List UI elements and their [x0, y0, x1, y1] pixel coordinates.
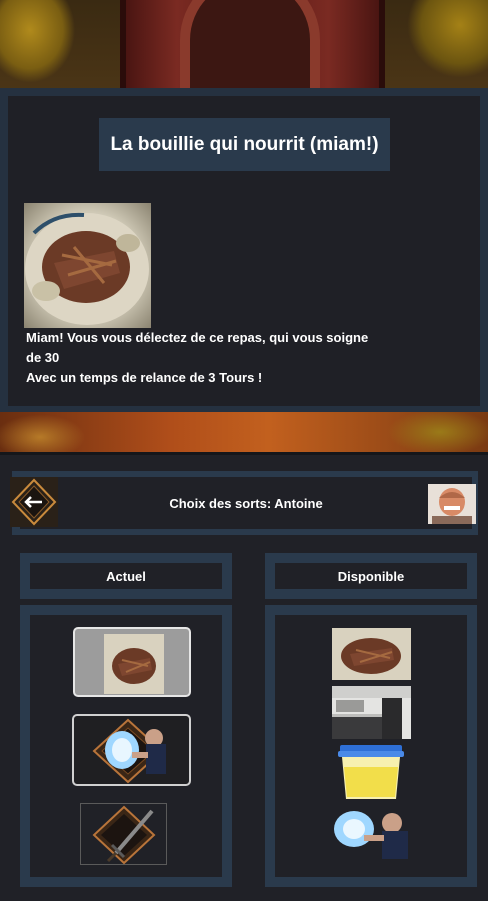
chooser-header: Choix des sorts: Antoine: [12, 471, 478, 535]
meal-spell-icon: [104, 634, 164, 694]
spell-description: Miam! Vous vous délectez de ce repas, qu…: [26, 328, 416, 388]
current-slot-2[interactable]: [72, 714, 191, 786]
available-spell-meal[interactable]: [332, 628, 411, 680]
current-column-header: Actuel: [20, 553, 232, 599]
back-button[interactable]: [10, 477, 58, 527]
spell-description-line: Miam! Vous vous délectez de ce repas, qu…: [26, 330, 369, 345]
spell-description-line: de 30: [26, 350, 60, 365]
spell-title-box: La bouillie qui nourrit (miam!): [99, 118, 390, 171]
spell-dish-image: [24, 203, 151, 328]
kitchen-spell-icon: [332, 686, 411, 739]
spell-title: La bouillie qui nourrit (miam!): [110, 133, 379, 155]
available-spell-energy-ball[interactable]: [332, 807, 414, 859]
current-slot-3[interactable]: [80, 803, 167, 865]
avatar: [428, 484, 476, 524]
back-arrow-icon: [10, 477, 58, 527]
spell-info-panel: La bouillie qui nourrit (miam!) Miam! Vo…: [0, 88, 488, 418]
energy-ball-spell-icon: [88, 718, 178, 784]
current-slot-1[interactable]: [73, 627, 191, 697]
chooser-title: Choix des sorts: Antoine: [169, 495, 323, 511]
meal-spell-icon: [332, 628, 411, 680]
forest-backdrop-middle: [0, 412, 488, 456]
door-arch-backdrop: [180, 0, 320, 90]
current-column-label: Actuel: [30, 563, 222, 589]
available-column-header: Disponible: [265, 553, 477, 599]
spell-description-line: Avec un temps de relance de 3 Tours !: [26, 370, 263, 385]
energy-ball-spell-icon: [334, 811, 408, 859]
available-spell-kitchen[interactable]: [332, 686, 411, 739]
chooser-header-inner: Choix des sorts: Antoine: [20, 477, 472, 529]
available-spell-juice[interactable]: [336, 745, 406, 801]
spell-chooser: Choix des sorts: Antoine Actuel Disponib…: [0, 452, 488, 901]
sword-spell-icon: [82, 805, 167, 865]
spell-info-inner: La bouillie qui nourrit (miam!) Miam! Vo…: [8, 96, 480, 406]
juice-cup-spell-icon: [338, 745, 404, 799]
available-column-label: Disponible: [275, 563, 467, 589]
